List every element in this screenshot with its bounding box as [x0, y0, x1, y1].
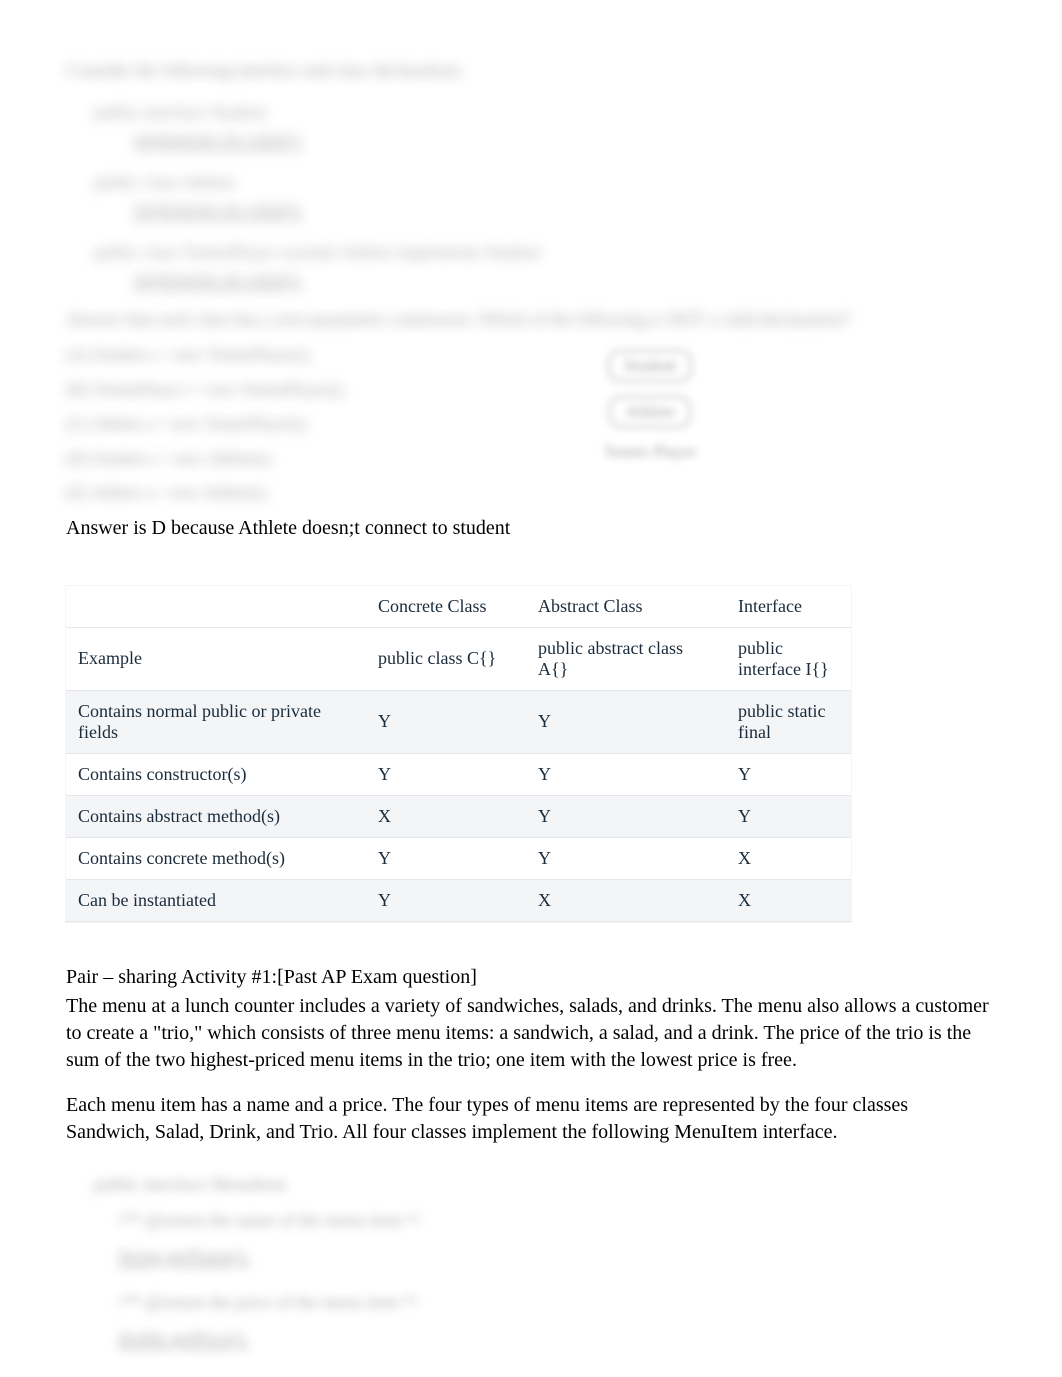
- diagram-box-student: Student: [608, 350, 692, 382]
- table-cell: Contains normal public or private fields: [66, 690, 366, 753]
- table-header-row: Concrete Class Abstract Class Interface: [66, 586, 851, 628]
- table-cell: Contains abstract method(s): [66, 795, 366, 837]
- code-block-2: public class Athlete implements int valu…: [94, 169, 996, 223]
- blur-intro-text: Consider the following interface and cla…: [66, 60, 996, 81]
- code-line: public class Athlete: [94, 169, 996, 196]
- table-cell: Contains constructor(s): [66, 753, 366, 795]
- code-line-underline: implements int value();: [134, 266, 996, 293]
- table-cell: X: [366, 795, 526, 837]
- code-line: public interface MenuItem: [94, 1166, 996, 1202]
- option-a: (A) Student s = new TennisPlayer();: [66, 340, 996, 371]
- table-cell: Y: [526, 753, 726, 795]
- class-hierarchy-diagram: Student Athlete Tennis Player: [550, 350, 750, 462]
- table-cell: Contains concrete method(s): [66, 837, 366, 879]
- table-header-cell: [66, 586, 366, 628]
- answer-options: (A) Student s = new TennisPlayer(); (B) …: [66, 340, 996, 509]
- table-cell: public abstract class A{}: [526, 627, 726, 690]
- table-row: Contains constructor(s) Y Y Y: [66, 753, 851, 795]
- option-e: (E) Athlete a = new Athlete();: [66, 478, 996, 509]
- blurred-interface-code: public interface MenuItem /** @return th…: [94, 1166, 996, 1356]
- option-d: (D) Student s = new Athlete();: [66, 444, 996, 475]
- blur-question: Answer that each class has a zero-parame…: [66, 309, 996, 330]
- table-cell: Y: [726, 753, 851, 795]
- table-row: Contains abstract method(s) X Y Y: [66, 795, 851, 837]
- code-line-underline: String getName();: [118, 1238, 248, 1274]
- activity-paragraph-1: The menu at a lunch counter includes a v…: [66, 993, 996, 1074]
- table-cell: Y: [366, 837, 526, 879]
- table-row: Can be instantiated Y X X: [66, 879, 851, 921]
- option-b: (B) TennisPlayer t = new TennisPlayer();: [66, 375, 996, 406]
- table-cell: Y: [526, 690, 726, 753]
- table-cell: public static final: [726, 690, 851, 753]
- code-line: public interface Student: [94, 99, 996, 126]
- code-line-underline: implements int value();: [134, 126, 996, 153]
- table-cell: X: [726, 837, 851, 879]
- blurred-question-block: Consider the following interface and cla…: [66, 60, 996, 509]
- table-cell: public interface I{}: [726, 627, 851, 690]
- table-cell: Y: [526, 795, 726, 837]
- table-row: Example public class C{} public abstract…: [66, 627, 851, 690]
- code-block-1: public interface Student implements int …: [94, 99, 996, 153]
- table-cell: X: [526, 879, 726, 921]
- diagram-box-athlete: Athlete: [609, 396, 691, 428]
- table-row: Contains concrete method(s) Y Y X: [66, 837, 851, 879]
- table-header-cell: Interface: [726, 586, 851, 628]
- table-cell: Y: [726, 795, 851, 837]
- code-comment: /** @return the price of the menu item *…: [118, 1292, 418, 1312]
- code-line: public class TennisPlayer extends Athlet…: [94, 239, 996, 266]
- table-cell: Can be instantiated: [66, 879, 366, 921]
- code-block-3: public class TennisPlayer extends Athlet…: [94, 239, 996, 293]
- comparison-table: Concrete Class Abstract Class Interface …: [66, 586, 851, 922]
- table-header-cell: Abstract Class: [526, 586, 726, 628]
- code-line-underline: double getPrice();: [118, 1320, 247, 1356]
- table-cell: X: [726, 879, 851, 921]
- option-c: (C) Athlete a = new TennisPlayer();: [66, 409, 996, 440]
- diagram-label-tennis: Tennis Player: [604, 442, 697, 462]
- table-cell: Y: [366, 879, 526, 921]
- activity-section: Pair – sharing Activity #1:[Past AP Exam…: [66, 964, 996, 1146]
- table-cell: public class C{}: [366, 627, 526, 690]
- table-cell: Y: [526, 837, 726, 879]
- table-header-cell: Concrete Class: [366, 586, 526, 628]
- code-comment: /** @return the name of the menu item */: [118, 1210, 421, 1230]
- code-line-underline: implements int value();: [134, 196, 996, 223]
- table-cell: Y: [366, 690, 526, 753]
- table-cell: Y: [366, 753, 526, 795]
- table-cell: Example: [66, 627, 366, 690]
- activity-paragraph-2: Each menu item has a name and a price. T…: [66, 1092, 996, 1146]
- answer-text: Answer is D because Athlete doesn;t conn…: [66, 517, 996, 540]
- table-row: Contains normal public or private fields…: [66, 690, 851, 753]
- activity-heading: Pair – sharing Activity #1:[Past AP Exam…: [66, 964, 996, 991]
